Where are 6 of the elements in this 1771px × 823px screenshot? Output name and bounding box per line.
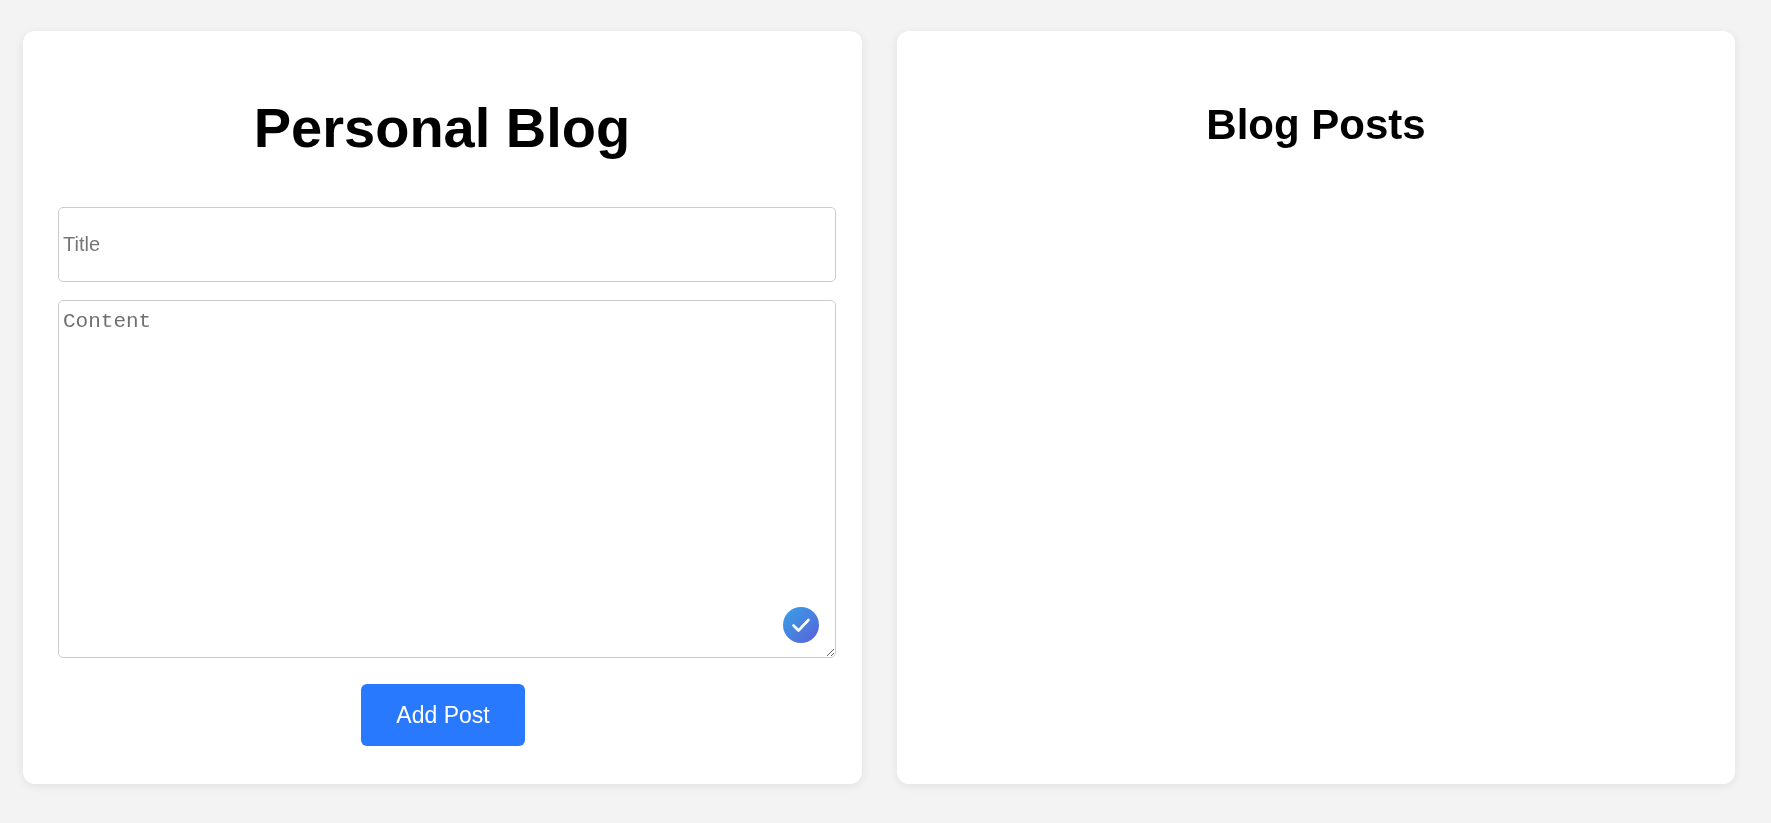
- content-textarea-field[interactable]: Content: [58, 300, 836, 658]
- posts-title: Blog Posts: [1206, 100, 1426, 150]
- check-circle-icon[interactable]: [783, 607, 819, 643]
- title-input-field[interactable]: Title: [58, 207, 836, 282]
- add-post-button[interactable]: Add Post: [361, 684, 525, 746]
- form-title: Personal Blog: [252, 95, 632, 161]
